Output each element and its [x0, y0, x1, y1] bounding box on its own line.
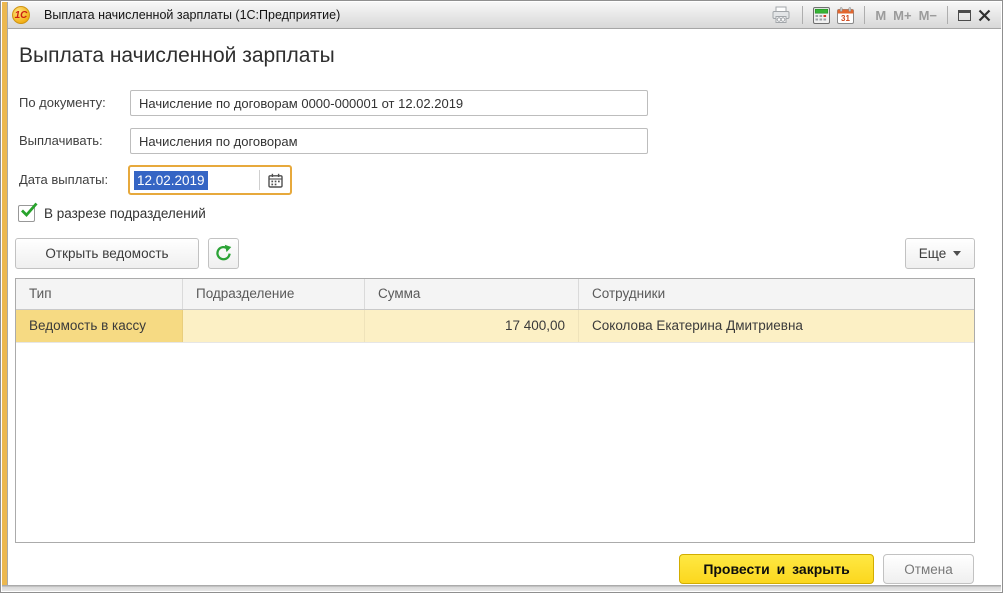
- calculator-icon[interactable]: [813, 7, 830, 24]
- titlebar-separator: [947, 6, 948, 24]
- table-header-row: Тип Подразделение Сумма Сотрудники: [16, 279, 974, 310]
- cell-amount[interactable]: 17 400,00: [365, 310, 579, 342]
- window-bottom-edge: [2, 585, 1001, 591]
- column-header-department[interactable]: Подразделение: [183, 279, 365, 309]
- memory-subtract-button[interactable]: M−: [919, 8, 937, 23]
- column-header-type[interactable]: Тип: [16, 279, 183, 309]
- open-sheet-button[interactable]: Открыть ведомость: [15, 238, 199, 269]
- cancel-button[interactable]: Отмена: [883, 554, 974, 584]
- dialog-window: 1С Выплата начисленной зарплаты (1С:Пред…: [0, 0, 1003, 593]
- departments-checkbox-label: В разрезе подразделений: [44, 206, 206, 221]
- cell-department[interactable]: [183, 310, 365, 342]
- pay-input[interactable]: [130, 128, 648, 154]
- date-input[interactable]: 12.02.2019: [128, 165, 292, 195]
- pay-label: Выплачивать:: [19, 128, 103, 154]
- more-button-label: Еще: [919, 246, 946, 261]
- column-header-amount[interactable]: Сумма: [365, 279, 579, 309]
- maximize-icon[interactable]: [958, 10, 971, 21]
- memory-add-button[interactable]: M+: [893, 8, 911, 23]
- calendar-icon[interactable]: 31: [837, 7, 854, 24]
- cell-employees[interactable]: Соколова Екатерина Дмитриевна: [579, 310, 974, 342]
- page-title: Выплата начисленной зарплаты: [19, 44, 335, 68]
- dialog-left-border: [7, 2, 8, 587]
- calendar-picker-icon[interactable]: [260, 167, 290, 193]
- checkmark-icon: [20, 202, 39, 219]
- cell-type[interactable]: Ведомость в кассу: [16, 310, 183, 342]
- titlebar: 1С Выплата начисленной зарплаты (1С:Пред…: [8, 2, 1001, 29]
- titlebar-separator: [864, 6, 865, 24]
- column-header-employees[interactable]: Сотрудники: [579, 279, 974, 309]
- titlebar-controls: 31 M M+ M−: [770, 6, 1001, 24]
- refresh-button[interactable]: [208, 238, 239, 269]
- chevron-down-icon: [953, 251, 961, 256]
- departments-checkbox-row: В разрезе подразделений: [18, 205, 206, 222]
- date-selected-text: 12.02.2019: [134, 171, 208, 190]
- table-row[interactable]: Ведомость в кассу 17 400,00 Соколова Ека…: [16, 310, 974, 343]
- document-input[interactable]: [130, 90, 648, 116]
- payments-table: Тип Подразделение Сумма Сотрудники Ведом…: [15, 278, 975, 543]
- refresh-icon: [214, 244, 233, 263]
- more-button[interactable]: Еще: [905, 238, 975, 269]
- print-icon[interactable]: [770, 6, 792, 24]
- close-icon[interactable]: [978, 9, 991, 22]
- departments-checkbox[interactable]: [18, 205, 35, 222]
- date-label: Дата выплаты:: [19, 167, 108, 193]
- memory-recall-button[interactable]: M: [875, 8, 886, 23]
- window-title: Выплата начисленной зарплаты (1С:Предпри…: [44, 8, 340, 22]
- calendar-icon-number: 31: [841, 14, 850, 23]
- post-and-close-button[interactable]: Провести и закрыть: [679, 554, 874, 584]
- app-logo-icon: 1С: [12, 6, 30, 24]
- titlebar-separator: [802, 6, 803, 24]
- document-label: По документу:: [19, 90, 106, 116]
